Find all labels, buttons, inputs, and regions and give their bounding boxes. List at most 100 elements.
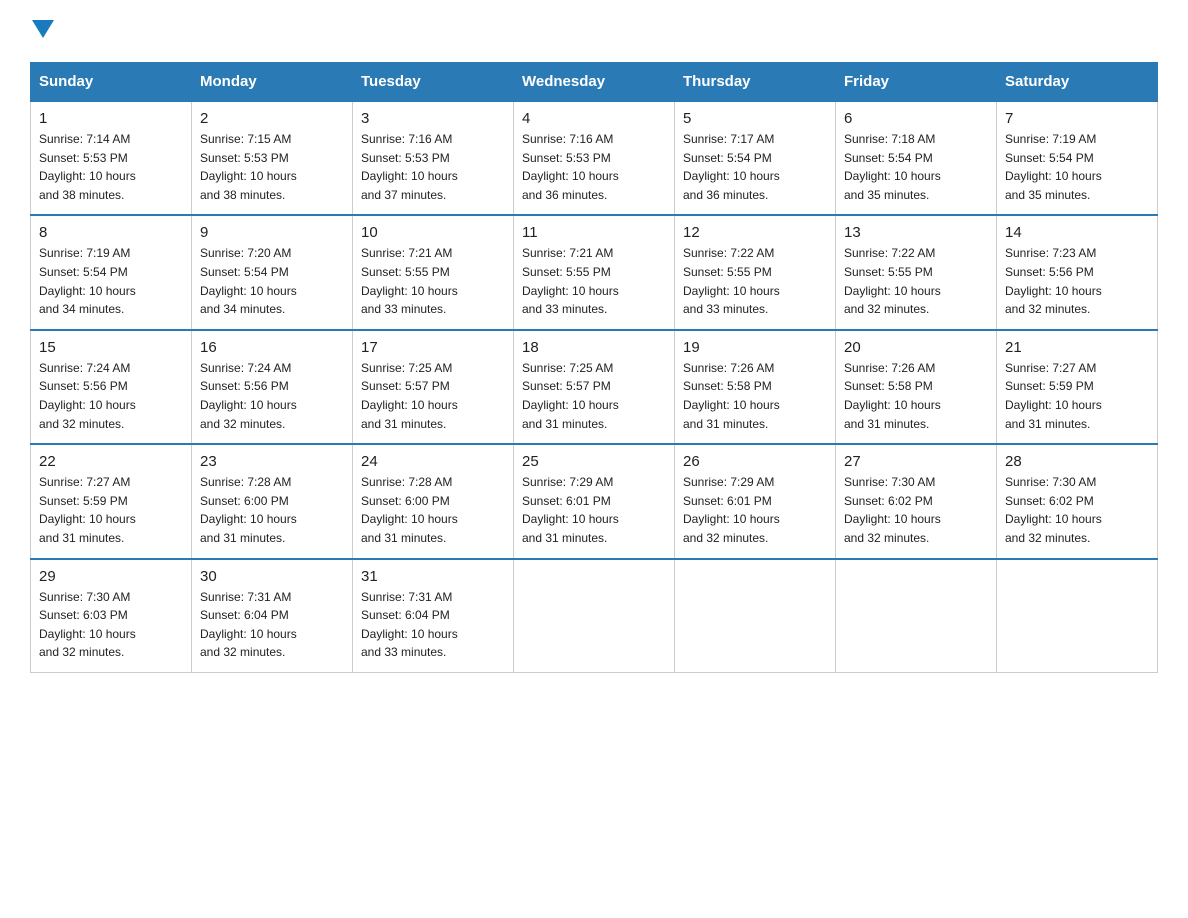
calendar-cell: 30Sunrise: 7:31 AMSunset: 6:04 PMDayligh… [192, 559, 353, 673]
calendar-cell [836, 559, 997, 673]
day-info: Sunrise: 7:28 AMSunset: 6:00 PMDaylight:… [200, 473, 344, 547]
day-number: 30 [200, 568, 344, 585]
weekday-header-tuesday: Tuesday [353, 63, 514, 102]
day-number: 1 [39, 110, 183, 127]
logo [30, 20, 54, 44]
calendar-cell [997, 559, 1158, 673]
day-info: Sunrise: 7:25 AMSunset: 5:57 PMDaylight:… [361, 359, 505, 433]
calendar-cell: 6 Sunrise: 7:18 AMSunset: 5:54 PMDaylight… [836, 101, 997, 215]
day-info: Sunrise: 7:25 AMSunset: 5:57 PMDaylight:… [522, 359, 666, 433]
calendar-week-row: 22Sunrise: 7:27 AMSunset: 5:59 PMDayligh… [31, 444, 1158, 558]
day-info: Sunrise: 7:28 AMSunset: 6:00 PMDaylight:… [361, 473, 505, 547]
day-info: Sunrise: 7:14 AMSunset: 5:53 PMDaylight:… [39, 130, 183, 204]
day-info: Sunrise: 7:29 AMSunset: 6:01 PMDaylight:… [522, 473, 666, 547]
calendar-cell: 1 Sunrise: 7:14 AMSunset: 5:53 PMDaylight… [31, 101, 192, 215]
day-info: Sunrise: 7:19 AMSunset: 5:54 PMDaylight:… [1005, 130, 1149, 204]
day-info: Sunrise: 7:16 AMSunset: 5:53 PMDaylight:… [361, 130, 505, 204]
day-info: Sunrise: 7:27 AMSunset: 5:59 PMDaylight:… [1005, 359, 1149, 433]
day-info: Sunrise: 7:29 AMSunset: 6:01 PMDaylight:… [683, 473, 827, 547]
calendar-cell: 16Sunrise: 7:24 AMSunset: 5:56 PMDayligh… [192, 330, 353, 444]
calendar-cell: 13 Sunrise: 7:22 AMSunset: 5:55 PMDayligh… [836, 215, 997, 329]
day-info: Sunrise: 7:26 AMSunset: 5:58 PMDaylight:… [683, 359, 827, 433]
day-number: 11 [522, 224, 666, 241]
day-info: Sunrise: 7:18 AMSunset: 5:54 PMDaylight:… [844, 130, 988, 204]
day-info: Sunrise: 7:26 AMSunset: 5:58 PMDaylight:… [844, 359, 988, 433]
calendar-cell: 27 Sunrise: 7:30 AMSunset: 6:02 PMDayligh… [836, 444, 997, 558]
day-number: 17 [361, 339, 505, 356]
calendar-table: SundayMondayTuesdayWednesdayThursdayFrid… [30, 62, 1158, 673]
day-number: 14 [1005, 224, 1149, 241]
calendar-cell: 3Sunrise: 7:16 AMSunset: 5:53 PMDaylight… [353, 101, 514, 215]
weekday-header-monday: Monday [192, 63, 353, 102]
day-info: Sunrise: 7:17 AMSunset: 5:54 PMDaylight:… [683, 130, 827, 204]
calendar-cell: 15 Sunrise: 7:24 AMSunset: 5:56 PMDayligh… [31, 330, 192, 444]
calendar-cell: 23Sunrise: 7:28 AMSunset: 6:00 PMDayligh… [192, 444, 353, 558]
calendar-cell: 19 Sunrise: 7:26 AMSunset: 5:58 PMDayligh… [675, 330, 836, 444]
weekday-header-row: SundayMondayTuesdayWednesdayThursdayFrid… [31, 63, 1158, 102]
day-number: 27 [844, 453, 988, 470]
day-number: 4 [522, 110, 666, 127]
day-number: 29 [39, 568, 183, 585]
day-number: 10 [361, 224, 505, 241]
weekday-header-sunday: Sunday [31, 63, 192, 102]
day-number: 25 [522, 453, 666, 470]
calendar-cell [514, 559, 675, 673]
calendar-week-row: 15 Sunrise: 7:24 AMSunset: 5:56 PMDayligh… [31, 330, 1158, 444]
calendar-cell: 26 Sunrise: 7:29 AMSunset: 6:01 PMDayligh… [675, 444, 836, 558]
calendar-cell: 20 Sunrise: 7:26 AMSunset: 5:58 PMDayligh… [836, 330, 997, 444]
calendar-cell: 7 Sunrise: 7:19 AMSunset: 5:54 PMDaylight… [997, 101, 1158, 215]
calendar-cell: 8Sunrise: 7:19 AMSunset: 5:54 PMDaylight… [31, 215, 192, 329]
day-info: Sunrise: 7:23 AMSunset: 5:56 PMDaylight:… [1005, 244, 1149, 318]
day-info: Sunrise: 7:30 AMSunset: 6:03 PMDaylight:… [39, 588, 183, 662]
calendar-cell: 25 Sunrise: 7:29 AMSunset: 6:01 PMDayligh… [514, 444, 675, 558]
day-number: 24 [361, 453, 505, 470]
calendar-cell: 5Sunrise: 7:17 AMSunset: 5:54 PMDaylight… [675, 101, 836, 215]
day-number: 18 [522, 339, 666, 356]
calendar-cell: 10 Sunrise: 7:21 AMSunset: 5:55 PMDayligh… [353, 215, 514, 329]
day-info: Sunrise: 7:24 AMSunset: 5:56 PMDaylight:… [200, 359, 344, 433]
day-info: Sunrise: 7:31 AMSunset: 6:04 PMDaylight:… [361, 588, 505, 662]
calendar-cell: 12 Sunrise: 7:22 AMSunset: 5:55 PMDayligh… [675, 215, 836, 329]
calendar-cell: 18 Sunrise: 7:25 AMSunset: 5:57 PMDayligh… [514, 330, 675, 444]
day-info: Sunrise: 7:16 AMSunset: 5:53 PMDaylight:… [522, 130, 666, 204]
logo-arrow-icon [32, 20, 54, 42]
day-number: 6 [844, 110, 988, 127]
calendar-cell: 21Sunrise: 7:27 AMSunset: 5:59 PMDayligh… [997, 330, 1158, 444]
day-info: Sunrise: 7:24 AMSunset: 5:56 PMDaylight:… [39, 359, 183, 433]
day-number: 2 [200, 110, 344, 127]
calendar-cell: 24 Sunrise: 7:28 AMSunset: 6:00 PMDayligh… [353, 444, 514, 558]
day-number: 20 [844, 339, 988, 356]
calendar-cell: 9Sunrise: 7:20 AMSunset: 5:54 PMDaylight… [192, 215, 353, 329]
day-number: 15 [39, 339, 183, 356]
weekday-header-friday: Friday [836, 63, 997, 102]
day-number: 8 [39, 224, 183, 241]
calendar-cell: 4 Sunrise: 7:16 AMSunset: 5:53 PMDaylight… [514, 101, 675, 215]
calendar-cell: 31Sunrise: 7:31 AMSunset: 6:04 PMDayligh… [353, 559, 514, 673]
day-number: 19 [683, 339, 827, 356]
day-info: Sunrise: 7:30 AMSunset: 6:02 PMDaylight:… [844, 473, 988, 547]
day-number: 7 [1005, 110, 1149, 127]
day-info: Sunrise: 7:27 AMSunset: 5:59 PMDaylight:… [39, 473, 183, 547]
day-info: Sunrise: 7:22 AMSunset: 5:55 PMDaylight:… [844, 244, 988, 318]
day-info: Sunrise: 7:21 AMSunset: 5:55 PMDaylight:… [522, 244, 666, 318]
day-number: 12 [683, 224, 827, 241]
calendar-cell: 2 Sunrise: 7:15 AMSunset: 5:53 PMDaylight… [192, 101, 353, 215]
page-header [30, 20, 1158, 44]
weekday-header-thursday: Thursday [675, 63, 836, 102]
calendar-week-row: 29 Sunrise: 7:30 AMSunset: 6:03 PMDayligh… [31, 559, 1158, 673]
calendar-cell: 17 Sunrise: 7:25 AMSunset: 5:57 PMDayligh… [353, 330, 514, 444]
calendar-week-row: 1 Sunrise: 7:14 AMSunset: 5:53 PMDaylight… [31, 101, 1158, 215]
day-info: Sunrise: 7:30 AMSunset: 6:02 PMDaylight:… [1005, 473, 1149, 547]
day-number: 28 [1005, 453, 1149, 470]
calendar-cell: 11 Sunrise: 7:21 AMSunset: 5:55 PMDayligh… [514, 215, 675, 329]
day-info: Sunrise: 7:22 AMSunset: 5:55 PMDaylight:… [683, 244, 827, 318]
calendar-cell [675, 559, 836, 673]
calendar-week-row: 8Sunrise: 7:19 AMSunset: 5:54 PMDaylight… [31, 215, 1158, 329]
day-info: Sunrise: 7:21 AMSunset: 5:55 PMDaylight:… [361, 244, 505, 318]
day-number: 9 [200, 224, 344, 241]
day-info: Sunrise: 7:15 AMSunset: 5:53 PMDaylight:… [200, 130, 344, 204]
day-number: 13 [844, 224, 988, 241]
calendar-cell: 14 Sunrise: 7:23 AMSunset: 5:56 PMDayligh… [997, 215, 1158, 329]
day-number: 26 [683, 453, 827, 470]
calendar-cell: 29 Sunrise: 7:30 AMSunset: 6:03 PMDayligh… [31, 559, 192, 673]
